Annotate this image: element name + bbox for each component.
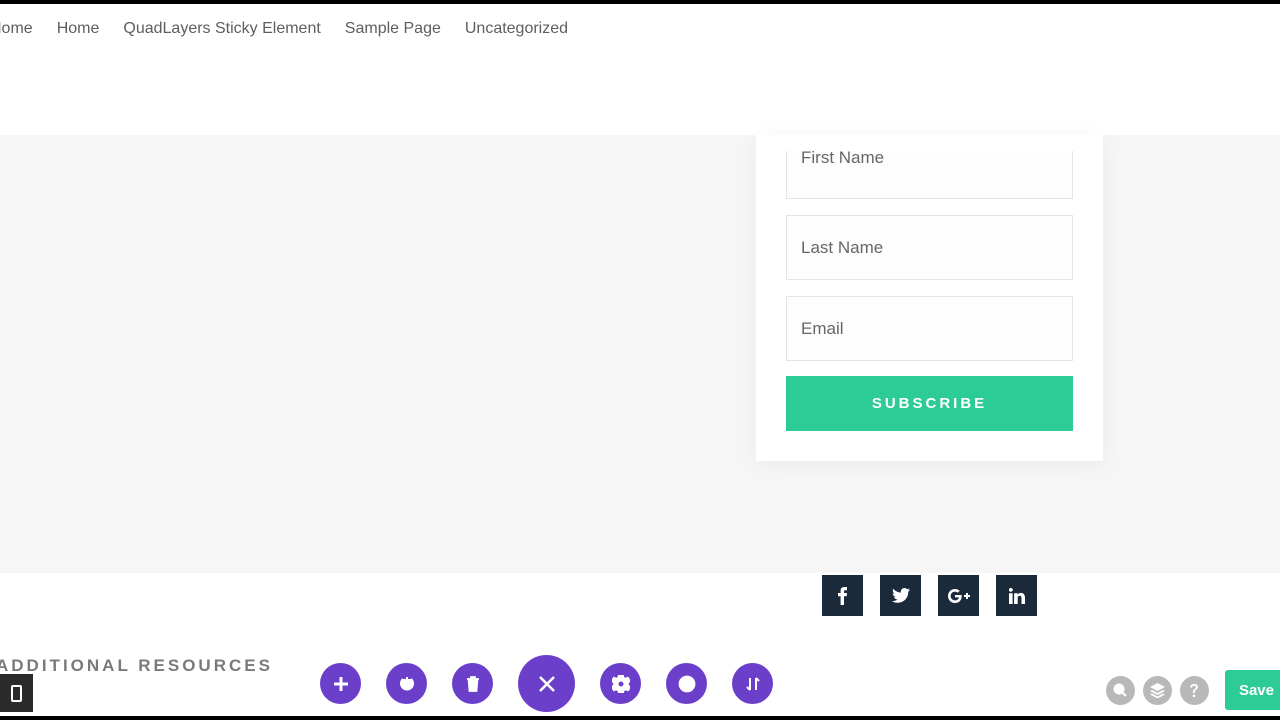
- linkedin-button[interactable]: [996, 575, 1037, 616]
- google-plus-icon: [948, 589, 970, 603]
- trash-icon: [466, 676, 480, 692]
- additional-resources-heading: ADDITIONAL RESOURCES: [0, 656, 273, 676]
- last-name-placeholder: Last Name: [801, 238, 883, 258]
- bottom-border: [0, 716, 1280, 720]
- email-field[interactable]: Email: [786, 296, 1073, 361]
- swap-button[interactable]: [732, 663, 773, 704]
- save-button[interactable]: Save: [1225, 670, 1280, 710]
- nav-home-1[interactable]: Home: [0, 20, 33, 38]
- subscribe-form: First Name Last Name Email SUBSCRIBE: [756, 135, 1103, 461]
- help-icon: [1190, 684, 1198, 697]
- first-name-field[interactable]: First Name: [786, 151, 1073, 199]
- facebook-button[interactable]: [822, 575, 863, 616]
- layers-icon: [1150, 683, 1165, 698]
- gear-icon: [612, 675, 630, 693]
- help-button[interactable]: [1180, 676, 1209, 705]
- nav-quadlayers[interactable]: QuadLayers Sticky Element: [123, 20, 320, 38]
- builder-toolbar: [320, 655, 773, 712]
- add-button[interactable]: [320, 663, 361, 704]
- close-button[interactable]: [518, 655, 575, 712]
- nav-home-2[interactable]: Home: [57, 20, 100, 38]
- content-section: First Name Last Name Email SUBSCRIBE: [0, 135, 1280, 573]
- linkedin-icon: [1009, 588, 1025, 604]
- mobile-icon: [11, 685, 22, 702]
- nav-uncategorized[interactable]: Uncategorized: [465, 20, 568, 38]
- trash-button[interactable]: [452, 663, 493, 704]
- top-nav: Home Home QuadLayers Sticky Element Samp…: [0, 20, 568, 38]
- layers-button[interactable]: [1143, 676, 1172, 705]
- email-placeholder: Email: [801, 319, 844, 339]
- search-icon: [1113, 683, 1127, 697]
- power-icon: [399, 676, 415, 692]
- power-button[interactable]: [386, 663, 427, 704]
- last-name-field[interactable]: Last Name: [786, 215, 1073, 280]
- subscribe-label: SUBSCRIBE: [872, 395, 987, 412]
- close-icon: [538, 675, 556, 693]
- nav-sample-page[interactable]: Sample Page: [345, 20, 441, 38]
- settings-button[interactable]: [600, 663, 641, 704]
- first-name-placeholder: First Name: [801, 148, 884, 168]
- twitter-button[interactable]: [880, 575, 921, 616]
- search-button[interactable]: [1106, 676, 1135, 705]
- subscribe-button[interactable]: SUBSCRIBE: [786, 376, 1073, 431]
- history-button[interactable]: [666, 663, 707, 704]
- swap-icon: [745, 675, 761, 693]
- right-toolbar: Save: [1106, 670, 1280, 710]
- googleplus-button[interactable]: [938, 575, 979, 616]
- mobile-preview-button[interactable]: [0, 674, 33, 712]
- save-label: Save: [1239, 682, 1274, 699]
- top-border: [0, 0, 1280, 4]
- facebook-icon: [838, 587, 847, 605]
- social-row: [822, 575, 1037, 616]
- twitter-icon: [892, 588, 910, 603]
- plus-icon: [334, 677, 348, 691]
- clock-icon: [678, 675, 696, 693]
